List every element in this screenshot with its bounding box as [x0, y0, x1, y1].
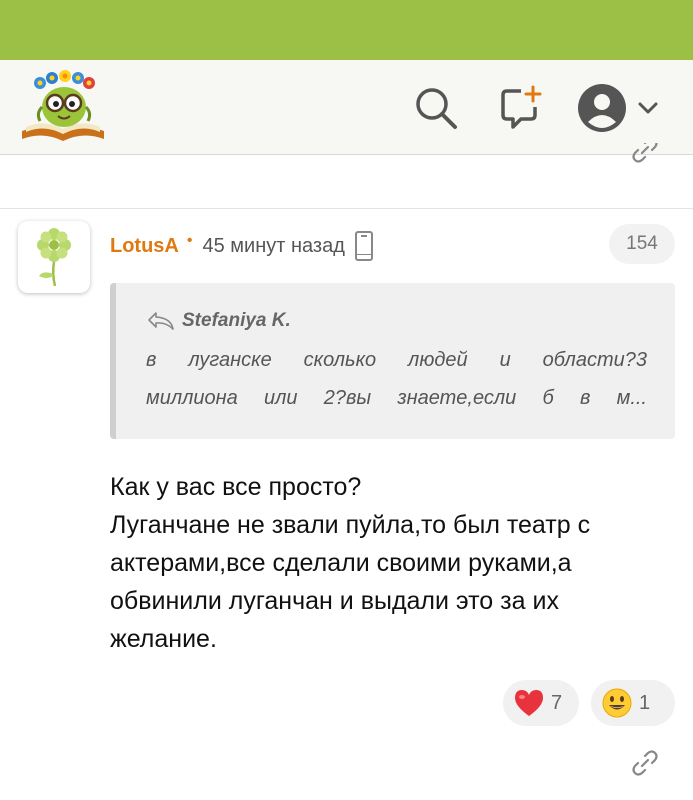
reply-arrow-icon [148, 312, 174, 330]
status-bar [0, 0, 693, 60]
quoted-reply[interactable]: Stefaniya K. в луганске сколько людей и … [110, 283, 675, 439]
comment-line: Как у вас все просто? [110, 473, 362, 501]
comment-line: желание. [110, 625, 217, 653]
heart-reaction-count: 7 [551, 691, 563, 714]
user-menu[interactable] [576, 82, 666, 134]
link-icon[interactable] [630, 143, 660, 165]
heart-emoji-icon [513, 688, 545, 718]
mobile-phone-icon [354, 231, 373, 261]
meta-separator: • [186, 232, 193, 249]
comment-meta: LotusA • 45 минут назад [110, 230, 373, 262]
add-post-icon[interactable] [494, 82, 546, 134]
user-avatar-icon [578, 84, 626, 132]
comment-author[interactable]: LotusA [110, 235, 179, 258]
quote-author-row: Stefaniya K. [146, 307, 647, 335]
comment-number-badge[interactable]: 154 [609, 224, 675, 264]
link-icon[interactable] [630, 748, 660, 778]
site-header [0, 60, 693, 155]
quote-author: Stefaniya K. [182, 310, 291, 331]
comment-line: обвинили луганчан и выдали это за их [110, 587, 559, 615]
comment-line: Луганчане не звали пуйла,то был театр с [110, 511, 591, 539]
comment-divider [0, 208, 693, 209]
quote-line: миллиона или 2?вы знаете,если б в м... [146, 387, 647, 409]
smile-reaction-button[interactable]: 1 [591, 680, 675, 726]
search-icon[interactable] [410, 82, 462, 134]
smile-reaction-count: 1 [639, 691, 651, 714]
commenter-avatar[interactable] [18, 221, 90, 293]
comment-time: 45 минут назад [202, 234, 345, 257]
chevron-down-icon [638, 102, 658, 114]
quote-text: в луганске сколько людей и области?3 мил… [146, 341, 647, 417]
quote-line: в луганске сколько людей и области?3 [146, 349, 647, 371]
heart-reaction-button[interactable]: 7 [503, 680, 579, 726]
site-logo[interactable] [18, 69, 108, 147]
comment-body: Как у вас все просто? Луганчане не звали… [110, 468, 670, 658]
comment-line: актерами,все сделали своими руками,а [110, 549, 572, 577]
smile-emoji-icon [601, 687, 633, 719]
